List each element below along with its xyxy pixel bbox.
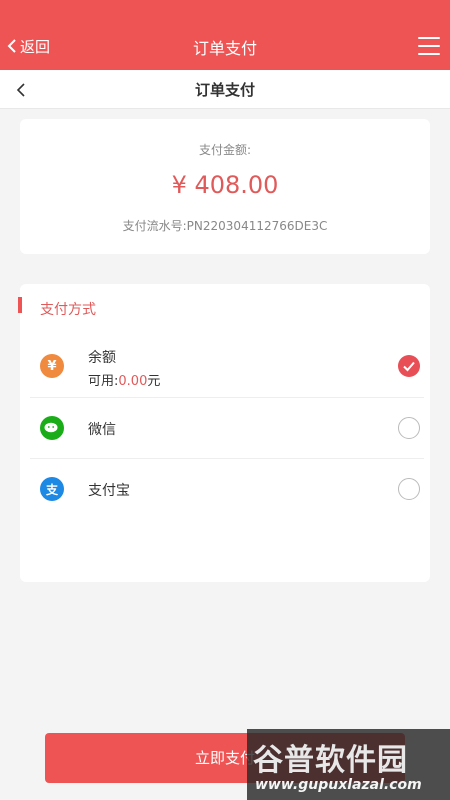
section-accent-bar — [18, 297, 22, 313]
app-header: 返回 订单支付 — [0, 0, 450, 70]
page-title: 订单支付 — [194, 81, 255, 99]
check-icon — [403, 361, 415, 372]
menu-icon[interactable] — [418, 37, 440, 55]
watermark: 谷普软件园 www.gupuxlazal.com — [247, 729, 450, 800]
balance-available: 可用:0.00元 — [88, 370, 160, 389]
amount-value: ¥ 408.00 — [171, 171, 279, 199]
alipay-icon: 支 — [40, 477, 64, 501]
available-unit: 元 — [147, 374, 161, 389]
option-alipay[interactable]: 支 支付宝 — [30, 459, 424, 520]
option-balance[interactable]: ¥ 余额 可用:0.00元 — [30, 336, 424, 398]
option-wechat-name: 微信 — [88, 422, 116, 438]
amount-card: 支付金额: ¥ 408.00 支付流水号:PN220304112766DE3C — [20, 119, 430, 254]
radio-wechat[interactable] — [398, 417, 420, 439]
radio-alipay[interactable] — [398, 478, 420, 500]
page-nav-bar: 订单支付 — [0, 70, 450, 109]
payment-method-header: 支付方式 — [40, 302, 96, 318]
watermark-url: www.gupuxlazal.com — [255, 777, 422, 793]
option-balance-name: 余额 — [88, 350, 116, 366]
yen-icon: ¥ — [40, 354, 64, 378]
payment-method-card: 支付方式 ¥ 余额 可用:0.00元 微信 支 支付宝 — [18, 284, 430, 582]
watermark-brand: 谷普软件园 — [253, 743, 408, 778]
available-value: 0.00 — [118, 374, 148, 389]
wechat-icon — [40, 416, 64, 440]
available-label: 可用: — [88, 374, 119, 389]
option-alipay-name: 支付宝 — [88, 483, 130, 499]
amount-label: 支付金额: — [198, 143, 252, 157]
option-wechat[interactable]: 微信 — [30, 398, 424, 459]
serial-number: 支付流水号:PN220304112766DE3C — [122, 219, 328, 233]
radio-balance[interactable] — [398, 355, 420, 377]
header-title: 订单支付 — [192, 39, 257, 58]
